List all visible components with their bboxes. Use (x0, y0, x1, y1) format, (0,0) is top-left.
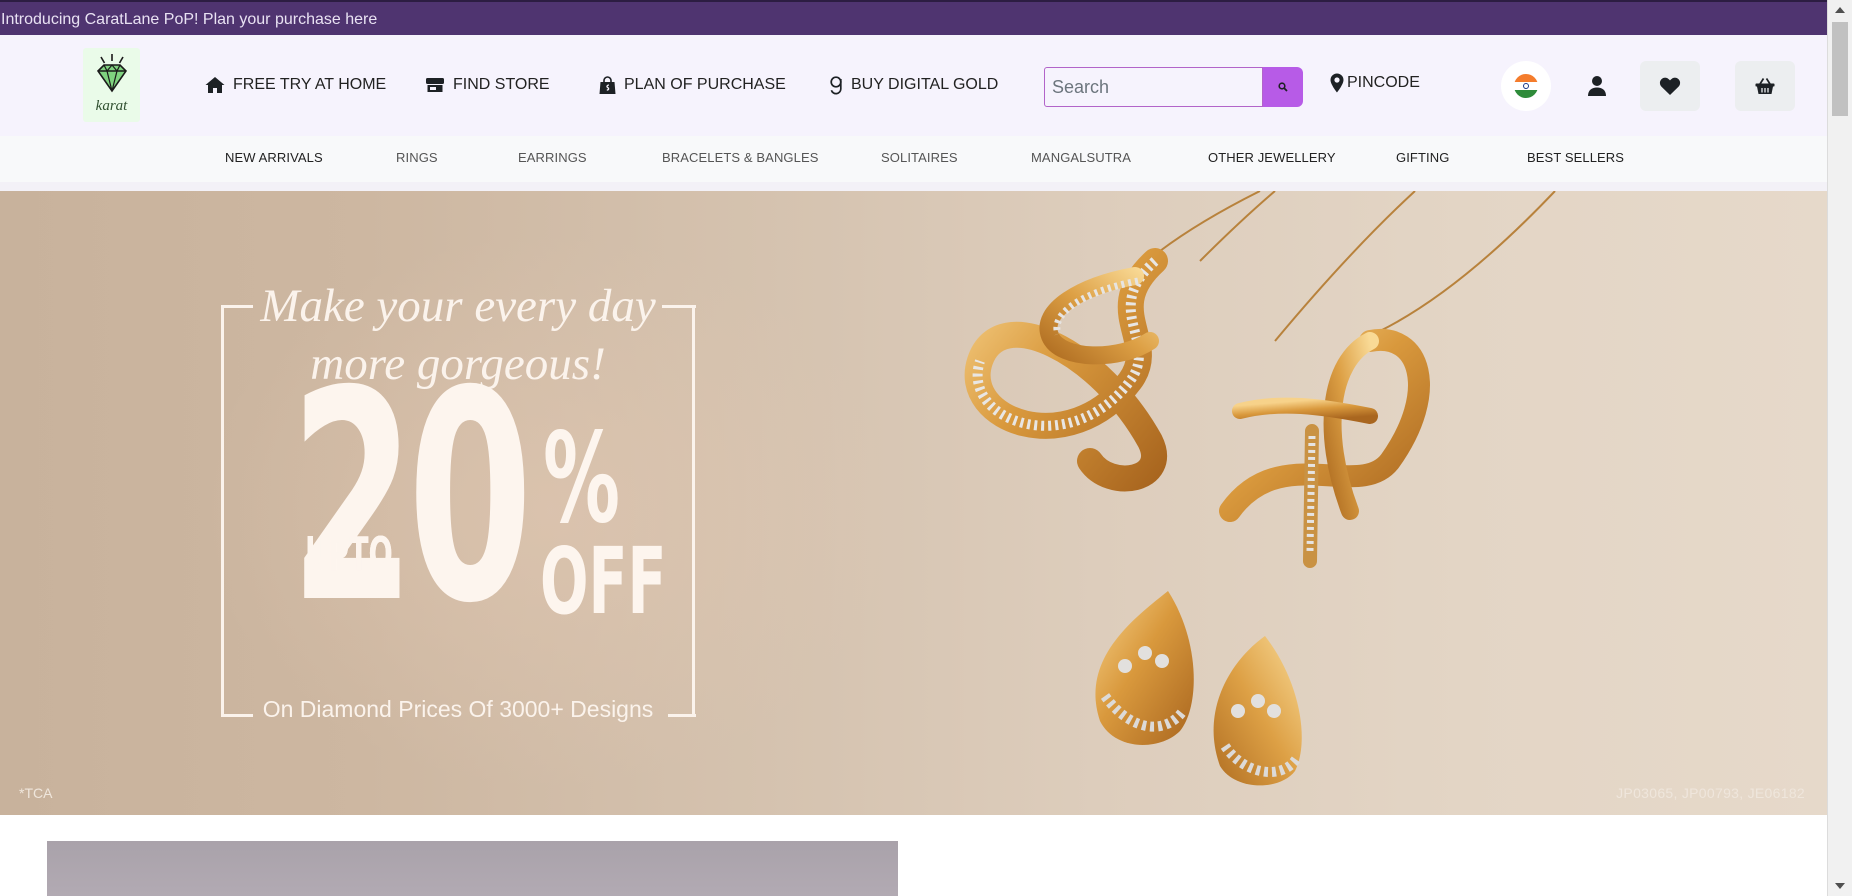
promo-tagline: On Diamond Prices Of 3000+ Designs (262, 696, 654, 722)
terms-disclaimer: *TCA (19, 785, 53, 801)
hero-banner[interactable]: Make your every day more gorgeous! 20 UP… (0, 191, 1827, 815)
free-try-at-home-label: FREE TRY AT HOME (233, 76, 387, 93)
promo-frame-bottom-left (221, 714, 253, 717)
category-rings[interactable]: RINGS (396, 150, 438, 165)
map-marker-icon (1330, 73, 1344, 93)
announcement-bar[interactable]: Introducing CaratLane PoP! Plan your pur… (0, 0, 1827, 35)
category-best-sellers[interactable]: BEST SELLERS (1527, 150, 1624, 165)
india-flag-icon (1514, 74, 1538, 98)
search-button[interactable] (1263, 67, 1303, 107)
home-icon (205, 77, 225, 93)
promo-card-image[interactable] (47, 841, 898, 896)
logo-text: karat (95, 98, 128, 114)
promo-headline-line1: Make your every day (260, 280, 656, 332)
category-gifting[interactable]: GIFTING (1396, 150, 1449, 165)
product-codes: JP03065, JP00793, JE06182 (1616, 785, 1805, 801)
category-new-arrivals[interactable]: NEW ARRIVALS (225, 150, 323, 165)
category-earrings[interactable]: EARRINGS (518, 150, 587, 165)
percent-sign: % (543, 407, 621, 551)
buy-digital-gold-label: BUY DIGITAL GOLD (851, 76, 999, 93)
search-form (1044, 67, 1303, 107)
account-button[interactable] (1572, 61, 1622, 111)
category-nav-shadow (0, 182, 1827, 191)
basket-icon (1755, 78, 1775, 94)
upto-label: UPTO (305, 527, 393, 581)
announcement-text[interactable]: Introducing CaratLane PoP! Plan your pur… (1, 11, 377, 28)
plan-of-purchase-label: PLAN OF PURCHASE (624, 76, 786, 93)
country-flag-button[interactable] (1501, 61, 1551, 111)
free-try-at-home-link[interactable]: FREE TRY AT HOME (205, 73, 386, 97)
category-other-jewellery[interactable]: OTHER JEWELLERY (1208, 150, 1336, 165)
scroll-down-arrow-icon[interactable] (1835, 883, 1845, 889)
vertical-scrollbar[interactable] (1827, 0, 1852, 896)
find-store-link[interactable]: FIND STORE (425, 73, 550, 97)
heart-icon (1659, 77, 1681, 95)
gold-g-icon (830, 76, 842, 95)
pincode-selector[interactable]: PINCODE (1330, 73, 1420, 93)
category-nav: NEW ARRIVALS RINGS EARRINGS BRACELETS & … (0, 136, 1827, 191)
plan-of-purchase-link[interactable]: PLAN OF PURCHASE (599, 73, 786, 97)
promo-frame-bottom-right (668, 714, 696, 717)
category-solitaires[interactable]: SOLITAIRES (881, 150, 958, 165)
off-label: OFF (540, 528, 667, 635)
pincode-label: PINCODE (1347, 74, 1420, 91)
scrollbar-thumb[interactable] (1832, 22, 1848, 116)
diamond-icon (96, 54, 127, 93)
search-icon (1278, 82, 1288, 92)
category-bracelets-bangles[interactable]: BRACELETS & BANGLES (662, 150, 819, 165)
cart-button[interactable] (1735, 61, 1795, 111)
scroll-up-arrow-icon[interactable] (1835, 7, 1845, 13)
wishlist-button[interactable] (1640, 61, 1700, 111)
store-icon (426, 78, 444, 92)
page: Introducing CaratLane PoP! Plan your pur… (0, 0, 1852, 896)
search-input[interactable] (1044, 67, 1263, 107)
find-store-label: FIND STORE (453, 76, 550, 93)
buy-digital-gold-link[interactable]: BUY DIGITAL GOLD (829, 73, 998, 97)
user-icon (1588, 76, 1606, 96)
category-mangalsutra[interactable]: MANGALSUTRA (1031, 150, 1131, 165)
jewellery-image (964, 191, 1556, 786)
site-logo[interactable]: karat (83, 48, 140, 122)
shopping-bag-icon (599, 75, 616, 94)
site-header: karat FREE TRY AT HOME FIND STORE PLAN O… (0, 35, 1827, 136)
